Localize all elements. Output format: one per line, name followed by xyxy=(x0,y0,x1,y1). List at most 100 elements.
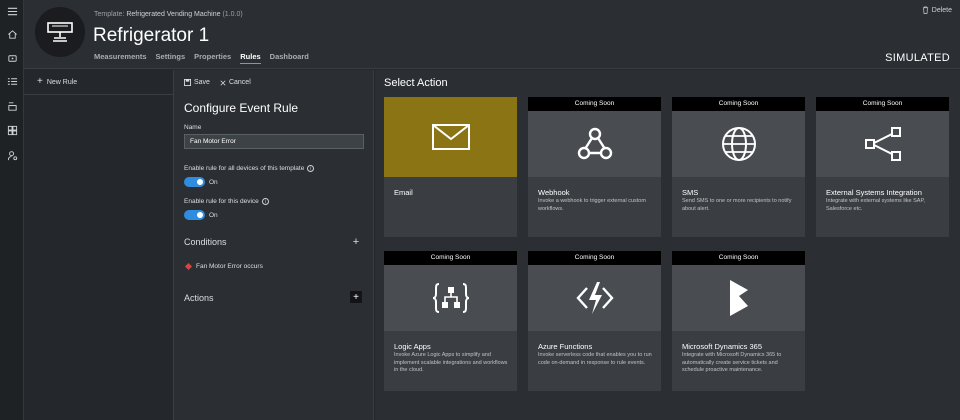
card-icon-area xyxy=(528,111,661,177)
condition-text: Fan Motor Error occurs xyxy=(196,263,263,270)
tab-dashboard[interactable]: Dashboard xyxy=(270,52,309,64)
coming-soon-banner: Coming Soon xyxy=(384,251,517,265)
card-title: Logic Apps xyxy=(394,342,431,351)
enable-all-toggle[interactable]: On xyxy=(184,177,218,187)
menu-icon[interactable] xyxy=(5,4,19,18)
error-diamond-icon xyxy=(184,262,193,271)
coming-soon-banner: Coming Soon xyxy=(672,97,805,111)
cancel-label: Cancel xyxy=(228,79,251,86)
action-card-external-systems[interactable]: Coming Soon External Systems Integration… xyxy=(816,97,949,237)
device-icon[interactable] xyxy=(5,51,19,65)
enable-all-label: Enable rule for all devices of this temp… xyxy=(184,165,315,172)
enable-all-text: Enable rule for all devices of this temp… xyxy=(184,165,305,172)
card-description: Invoke Azure Logic Apps to simplify and … xyxy=(394,352,508,374)
coming-soon-banner: Coming Soon xyxy=(528,97,661,111)
save-button[interactable]: Save xyxy=(184,79,210,86)
conditions-title: Conditions xyxy=(184,237,227,247)
actions-title: Actions xyxy=(184,293,214,303)
webhook-icon xyxy=(577,127,612,160)
card-title: Webhook xyxy=(538,188,570,197)
info-icon[interactable]: i xyxy=(307,165,315,172)
simulated-status: SIMULATED xyxy=(885,52,950,64)
home-icon[interactable] xyxy=(5,27,19,41)
tab-rules[interactable]: Rules xyxy=(240,52,261,64)
new-rule-label: New Rule xyxy=(46,78,78,86)
config-title: Configure Event Rule xyxy=(184,101,299,115)
name-label: Name xyxy=(184,124,202,131)
globe-icon xyxy=(721,127,756,161)
new-rule-button[interactable]: + New Rule xyxy=(24,70,173,95)
share-icon xyxy=(864,127,901,161)
template-info: Template: Refrigerated Vending Machine (… xyxy=(94,11,243,18)
add-action-button[interactable]: + xyxy=(350,291,362,303)
tab-measurements[interactable]: Measurements xyxy=(94,52,147,64)
card-title: SMS xyxy=(682,188,699,197)
device-header: Template: Refrigerated Vending Machine (… xyxy=(24,0,960,69)
enable-device-toggle[interactable]: On xyxy=(184,210,218,220)
rule-name-input[interactable] xyxy=(184,134,364,149)
condition-item[interactable]: Fan Motor Error occurs xyxy=(184,262,263,271)
configure-rule-pane: Save Cancel Configure Event Rule Name En… xyxy=(174,70,374,420)
enable-device-text: Enable rule for this device xyxy=(184,198,259,205)
device-title: Refrigerator 1 xyxy=(93,25,210,46)
action-card-webhook[interactable]: Coming Soon Webhook Invoke a webhook to … xyxy=(528,97,661,237)
card-icon-area xyxy=(528,265,661,331)
template-name[interactable]: Refrigerated Vending Machine xyxy=(126,11,220,18)
select-action-pane: Select Action Email Coming Soon Webhook … xyxy=(375,70,960,420)
list-icon[interactable] xyxy=(5,74,19,88)
envelope-icon xyxy=(431,124,470,150)
card-title: Azure Functions xyxy=(538,342,593,351)
action-card-sms[interactable]: Coming Soon SMS Send SMS to one or more … xyxy=(672,97,805,237)
coming-soon-banner: Coming Soon xyxy=(816,97,949,111)
vending-machine-icon xyxy=(47,22,73,42)
grid-icon[interactable] xyxy=(5,123,19,137)
trash-icon xyxy=(922,6,928,14)
tab-settings[interactable]: Settings xyxy=(156,52,186,64)
select-action-title: Select Action xyxy=(384,77,448,89)
add-condition-button[interactable]: + xyxy=(350,236,362,248)
template-version: (1.0.0) xyxy=(222,11,243,18)
device-avatar xyxy=(35,7,85,57)
save-label: Save xyxy=(194,79,210,86)
template-prefix: Template: xyxy=(94,11,125,18)
toggle-state: On xyxy=(209,178,218,186)
azure-functions-icon xyxy=(575,282,614,314)
card-description: Integrate with Microsoft Dynamics 365 to… xyxy=(682,352,782,374)
user-settings-icon[interactable] xyxy=(5,148,19,162)
app-root: Template: Refrigerated Vending Machine (… xyxy=(0,0,960,420)
action-card-logic-apps[interactable]: Coming Soon Logic Apps Invoke Azure Logi… xyxy=(384,251,517,391)
action-card-azure-functions[interactable]: Coming Soon Azure Functions Invoke serve… xyxy=(528,251,661,391)
save-icon xyxy=(184,79,191,86)
card-icon-area xyxy=(384,97,517,177)
action-card-email[interactable]: Email xyxy=(384,97,517,237)
card-title: Microsoft Dynamics 365 xyxy=(682,342,763,351)
left-rail xyxy=(0,0,24,420)
tab-properties[interactable]: Properties xyxy=(194,52,231,64)
device-tabs: Measurements Settings Properties Rules D… xyxy=(94,52,318,64)
template-icon[interactable] xyxy=(5,99,19,113)
coming-soon-banner: Coming Soon xyxy=(672,251,805,265)
info-icon[interactable]: i xyxy=(261,198,269,205)
enable-device-label: Enable rule for this device i xyxy=(184,198,269,205)
card-icon-area xyxy=(672,111,805,177)
cancel-button[interactable]: Cancel xyxy=(220,79,251,86)
coming-soon-banner: Coming Soon xyxy=(528,251,661,265)
config-toolbar: Save Cancel xyxy=(174,70,373,95)
card-icon-area xyxy=(672,265,805,331)
card-icon-area xyxy=(816,111,949,177)
action-card-dynamics-365[interactable]: Coming Soon Microsoft Dynamics 365 Integ… xyxy=(672,251,805,391)
card-title: External Systems Integration xyxy=(826,188,922,197)
rules-list-pane: + New Rule xyxy=(24,70,174,420)
toggle-switch xyxy=(184,210,205,220)
card-title: Email xyxy=(394,188,413,197)
delete-button[interactable]: Delete xyxy=(922,6,952,14)
logic-apps-icon xyxy=(432,283,469,313)
card-description: Invoke serverless code that enables you … xyxy=(538,352,652,366)
toggle-switch xyxy=(184,177,205,187)
card-icon-area xyxy=(384,265,517,331)
toggle-state: On xyxy=(209,211,218,219)
card-description: Integrate with external systems like SAP… xyxy=(826,198,925,212)
dynamics-icon xyxy=(729,280,748,316)
close-icon xyxy=(220,79,226,86)
plus-icon: + xyxy=(37,76,43,87)
